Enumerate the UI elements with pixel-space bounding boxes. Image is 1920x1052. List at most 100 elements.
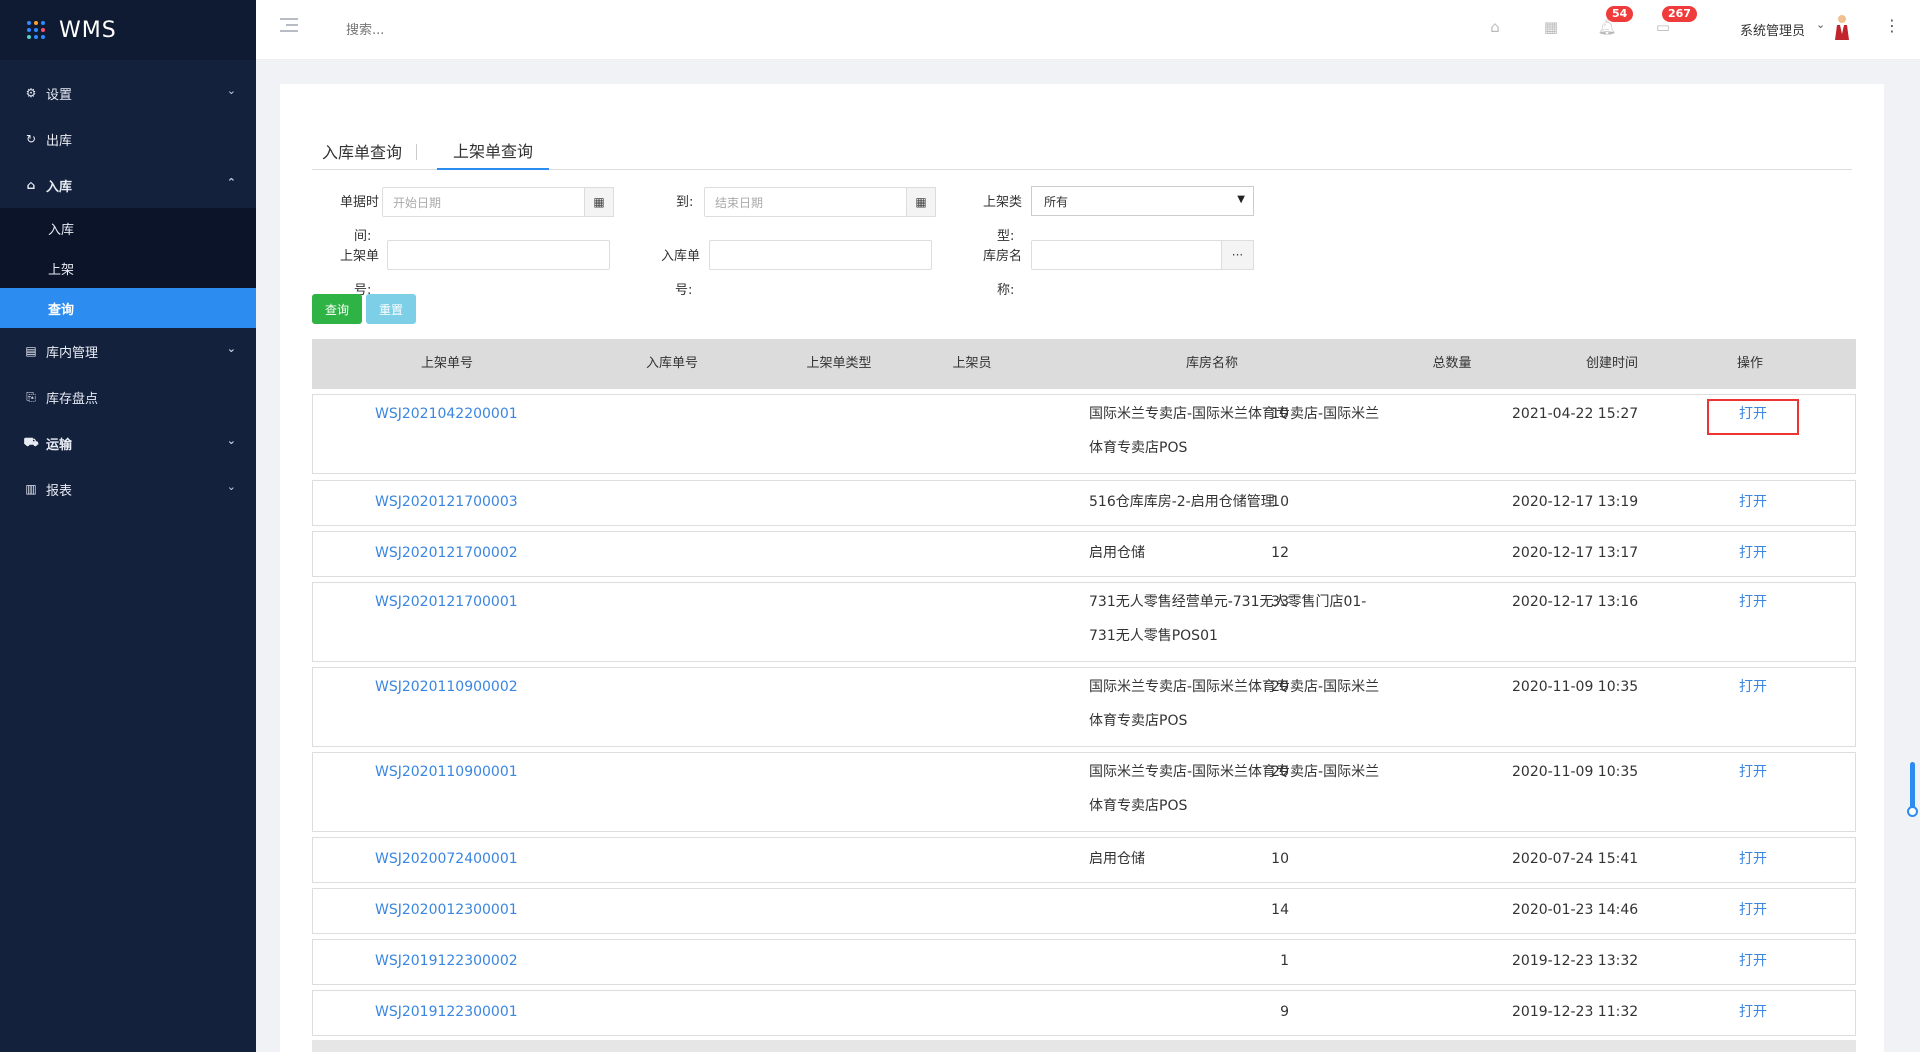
sidebar-item-label: 设置: [46, 87, 73, 103]
sidebar-item-settings[interactable]: ⚙ 设置 ⌄: [0, 70, 256, 116]
end-date-input[interactable]: 结束日期: [704, 187, 907, 217]
menu-toggle-icon[interactable]: [280, 18, 298, 34]
total-quantity: 20: [1271, 764, 1289, 780]
table-row: WSJ2019122300002 1 2019-12-23 13:32 打开: [312, 939, 1856, 985]
grid-icon[interactable]: ▦: [1540, 16, 1562, 38]
bell-icon[interactable]: 🔔︎ 54: [1596, 6, 1634, 38]
total-quantity: 12: [1271, 545, 1289, 561]
sidebar-item-label: 库内管理: [46, 345, 99, 361]
created-time: 2020-07-24 15:41: [1512, 851, 1639, 867]
table-row: WSJ2020110900001 国际米兰专卖店-国际米兰体育专卖店-国际米兰体…: [312, 752, 1856, 832]
putaway-code-link[interactable]: WSJ2021042200001: [375, 397, 518, 431]
open-link[interactable]: 打开: [1707, 485, 1799, 519]
stocktake-icon: ⎘: [26, 389, 36, 404]
bar-chart-icon: ▥: [25, 482, 37, 496]
inbound-no-label-cont: 号:: [675, 283, 693, 298]
warehouse-input[interactable]: [1031, 240, 1222, 270]
open-link[interactable]: 打开: [1707, 670, 1799, 704]
sidebar-item-stocktake[interactable]: ⎘ 库存盘点: [0, 374, 256, 420]
sidebar-subitem-inbound[interactable]: 入库: [0, 208, 256, 248]
home-icon[interactable]: ⌂: [1484, 16, 1506, 38]
chevron-down-icon: ▼: [1237, 194, 1245, 205]
total-quantity: 9: [1280, 1004, 1289, 1020]
putaway-code-link[interactable]: WSJ2020121700002: [375, 536, 518, 570]
sidebar-item-label: 运输: [46, 437, 73, 453]
sidebar-item-outbound[interactable]: ↻ 出库: [0, 116, 256, 162]
putaway-type-select[interactable]: 所有 ▼: [1031, 186, 1254, 216]
warehouse-name: 731无人零售经营单元-731无人零售门店01-731无人零售POS01: [1089, 594, 1367, 644]
search-input[interactable]: [346, 16, 606, 44]
topbar: ⌂ ▦ 🔔︎ 54 ▭ 267 系统管理员 ⌄ ⋮: [256, 0, 1920, 60]
reset-button[interactable]: 重置: [366, 294, 416, 324]
sidebar-item-reports[interactable]: ▥ 报表 ⌄: [0, 466, 256, 512]
calendar-icon[interactable]: ▦: [906, 187, 936, 217]
column-header: 入库单号: [645, 356, 698, 371]
chevron-down-icon: ⌄: [226, 434, 236, 447]
chevron-down-icon[interactable]: ⌄: [1816, 18, 1825, 31]
column-header: 操作: [1736, 356, 1763, 371]
truck-icon: ⛟: [23, 435, 39, 449]
inbound-no-input[interactable]: [709, 240, 932, 270]
putaway-no-input[interactable]: [387, 240, 610, 270]
inventory-icon: ▤: [25, 344, 37, 358]
open-link[interactable]: 打开: [1707, 842, 1799, 876]
column-header: 上架单号: [420, 356, 473, 371]
sidebar-item-transport[interactable]: ⛟ 运输 ⌄: [0, 420, 256, 466]
open-link[interactable]: 打开: [1707, 536, 1799, 570]
open-link[interactable]: 打开: [1707, 893, 1799, 927]
created-time: 2020-12-17 13:16: [1512, 594, 1639, 610]
open-link[interactable]: 打开: [1707, 995, 1799, 1029]
more-horizontal-icon[interactable]: ···: [1221, 240, 1254, 270]
putaway-code-link[interactable]: WSJ2020110900002: [375, 670, 518, 704]
column-header: 库房名称: [1185, 356, 1238, 371]
sidebar-item-label: 报表: [46, 483, 73, 499]
putaway-type-label: 上架类: [983, 195, 1023, 210]
gear-icon: ⚙: [25, 86, 37, 100]
scrollbar-handle[interactable]: [1907, 806, 1918, 817]
more-vertical-icon[interactable]: ⋮: [1884, 16, 1900, 35]
sidebar-subitem-putaway[interactable]: 上架: [0, 248, 256, 288]
warehouse-name: 国际米兰专卖店-国际米兰体育专卖店-国际米兰体育专卖店POS: [1089, 406, 1380, 456]
created-time: 2019-12-23 13:32: [1512, 953, 1639, 969]
warehouse-name: 启用仓储: [1089, 545, 1145, 561]
total-quantity: 1: [1280, 953, 1289, 969]
user-name[interactable]: 系统管理员: [1740, 20, 1805, 39]
table-row: WSJ2020121700001 731无人零售经营单元-731无人零售门店01…: [312, 582, 1856, 662]
warehouse-name: 国际米兰专卖店-国际米兰体育专卖店-国际米兰体育专卖店POS: [1089, 679, 1380, 729]
open-link[interactable]: 打开: [1707, 585, 1799, 619]
notifications-badge: 54: [1606, 6, 1634, 22]
total-quantity: 10: [1271, 406, 1289, 422]
sidebar-item-inbound[interactable]: ⌂ 入库 ⌃: [0, 162, 256, 208]
putaway-code-link[interactable]: WSJ2020110900001: [375, 755, 518, 789]
brand[interactable]: WMS: [0, 0, 256, 60]
putaway-type-label-cont: 型:: [997, 229, 1015, 244]
column-header: 上架员: [952, 356, 992, 371]
query-button[interactable]: 查询: [312, 294, 362, 324]
open-link[interactable]: 打开: [1707, 755, 1799, 789]
tab-separator: [416, 144, 417, 160]
tab-putaway-query[interactable]: 上架单查询: [437, 132, 550, 170]
sidebar-item-label: 出库: [46, 133, 73, 149]
sidebar-subitem-query[interactable]: 查询: [0, 288, 256, 328]
created-time: 2019-12-23 11:32: [1512, 1004, 1639, 1020]
created-time: 2021-04-22 15:27: [1512, 406, 1639, 422]
putaway-code-link[interactable]: WSJ2020121700001: [375, 585, 518, 619]
warehouse-label: 库房名: [983, 249, 1023, 264]
chevron-down-icon: ⌄: [226, 342, 236, 355]
putaway-code-link[interactable]: WSJ2020072400001: [375, 842, 518, 876]
tab-inbound-query[interactable]: 入库单查询: [322, 132, 402, 170]
open-link[interactable]: 打开: [1707, 944, 1799, 978]
sidebar-nav: ⚙ 设置 ⌄ ↻ 出库 ⌂ 入库 ⌃ 入库 上架 查询 ▤ 库内管理 ⌄ ⎘ 库…: [0, 70, 256, 512]
message-icon[interactable]: ▭ 267: [1652, 6, 1697, 38]
putaway-code-link[interactable]: WSJ2019122300001: [375, 995, 518, 1029]
avatar[interactable]: [1834, 14, 1850, 40]
home-icon: ⌂: [26, 178, 36, 192]
putaway-code-link[interactable]: WSJ2019122300002: [375, 944, 518, 978]
putaway-code-link[interactable]: WSJ2020012300001: [375, 893, 518, 927]
pagination-bar: [312, 1040, 1856, 1052]
tab-bar: 入库单查询 上架单查询: [312, 132, 1852, 170]
sidebar-item-warehouse-management[interactable]: ▤ 库内管理 ⌄: [0, 328, 256, 374]
calendar-icon[interactable]: ▦: [584, 187, 614, 217]
start-date-input[interactable]: 开始日期: [382, 187, 585, 217]
putaway-code-link[interactable]: WSJ2020121700003: [375, 485, 518, 519]
